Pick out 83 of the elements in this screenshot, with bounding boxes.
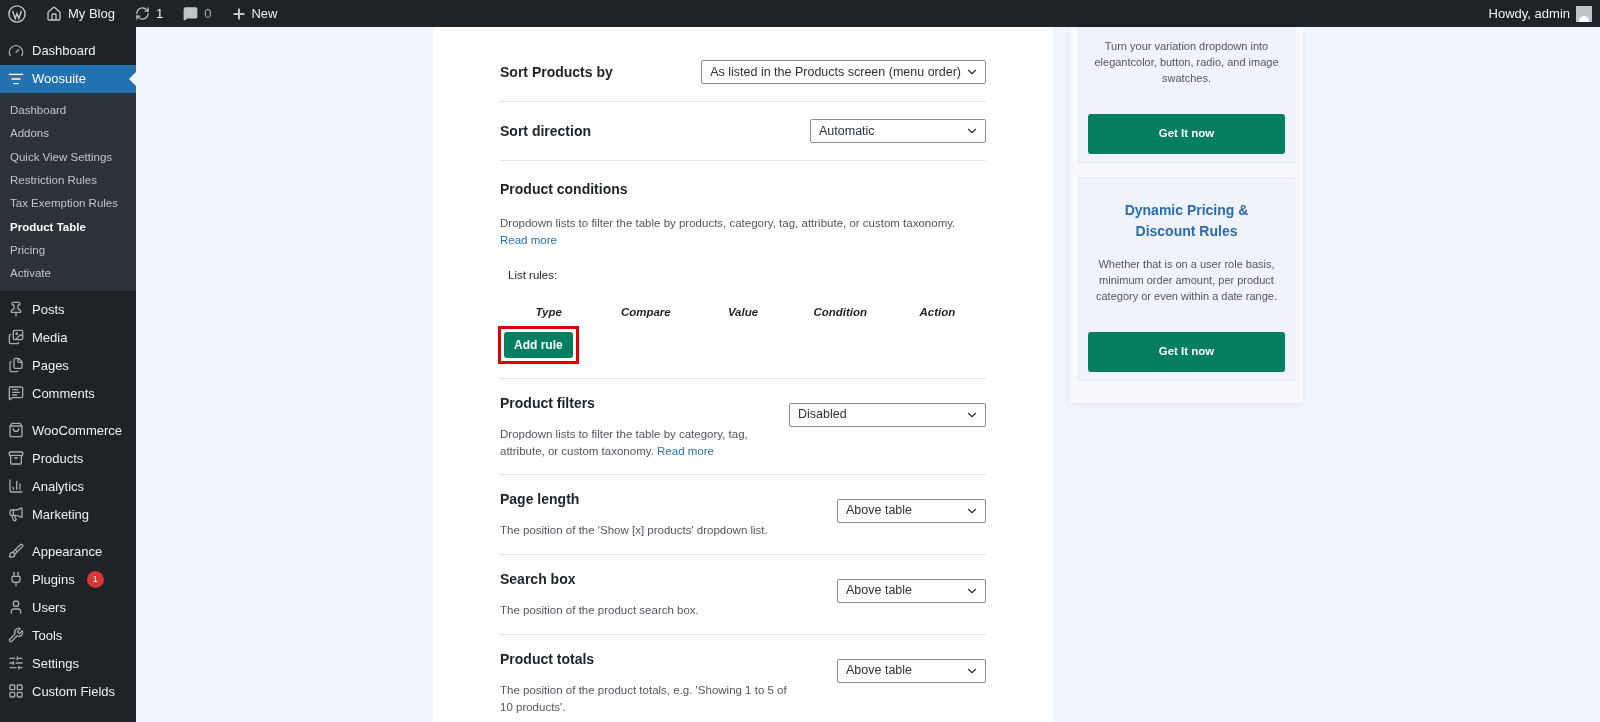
menu-item[interactable]: Marketing — [0, 500, 136, 529]
wordpress-logo-icon[interactable] — [8, 4, 26, 23]
submenu-item[interactable]: Dashboard — [0, 99, 136, 123]
home-icon — [46, 5, 62, 22]
dropdown-select[interactable]: As listed in the Products screen (menu order) — [701, 60, 986, 84]
menu-item[interactable]: Appearance — [0, 537, 136, 566]
update-count-badge: 1 — [86, 570, 104, 588]
column-header: Condition — [812, 305, 869, 321]
dropdown-select[interactable]: Above table — [837, 578, 986, 603]
site-link[interactable]: My Blog — [46, 3, 115, 24]
comment-icon — [183, 6, 199, 21]
menu-item[interactable]: WooCommerce — [0, 416, 136, 445]
dropdown-select[interactable]: Above table — [837, 658, 986, 683]
menu-item[interactable]: Plugins 1 — [0, 565, 136, 594]
get-it-now-button[interactable]: Get It now — [1088, 332, 1285, 372]
menu-icon — [8, 71, 24, 87]
menu-item[interactable]: Comments — [0, 379, 136, 408]
setting-description: The position of the product search box. — [500, 602, 699, 618]
add-rule-button[interactable]: Add rule — [504, 331, 573, 358]
menu-icon — [8, 571, 24, 588]
dropdown-select[interactable]: Automatic — [810, 119, 986, 143]
setting-label: Product conditions — [500, 181, 628, 197]
column-header: Value — [726, 305, 760, 321]
updates-link[interactable]: 1 — [134, 3, 164, 24]
menu-icon — [8, 422, 24, 439]
menu-item[interactable]: Settings — [0, 649, 136, 678]
submenu-item[interactable]: Activate — [0, 262, 136, 286]
submenu-item[interactable]: Tax Exemption Rules — [0, 192, 136, 216]
menu-item[interactable]: Products — [0, 444, 136, 473]
setting-label: Product totals — [500, 649, 596, 669]
menu-icon — [8, 357, 24, 374]
menu-icon — [8, 385, 24, 402]
greeting-text[interactable]: Howdy, admin — [1488, 3, 1570, 24]
menu-icon — [8, 329, 24, 346]
setting-description: Dropdown lists to filter the table by category, tag, attribute, or custom taxonomy. Read more — [500, 426, 749, 459]
setting-description: Dropdown lists to filter the table by products, category, tag, attribute, or custom taxonomy. Read more — [500, 216, 957, 248]
dropdown-select[interactable]: Above table — [837, 498, 986, 523]
setting-label: Product filters — [500, 393, 596, 413]
column-header: Action — [918, 305, 957, 321]
read-more-link[interactable]: Read more — [500, 234, 557, 246]
menu-item[interactable]: Posts — [0, 295, 136, 324]
menu-item[interactable]: Users — [0, 593, 136, 622]
dropdown-select[interactable]: Disabled — [789, 402, 986, 427]
read-more-link[interactable]: Read more — [657, 444, 714, 457]
list-rules-label: List rules: — [508, 268, 558, 283]
setting-description: The position of the 'Show [x] products' dropdown list. — [500, 522, 768, 538]
menu-item[interactable]: Media — [0, 323, 136, 352]
menu-item[interactable]: Analytics — [0, 472, 136, 501]
menu-icon — [8, 599, 24, 616]
menu-icon — [8, 655, 24, 672]
submenu-item[interactable]: Product Table — [0, 215, 136, 239]
submenu-item[interactable]: Restriction Rules — [0, 168, 136, 193]
menu-icon — [8, 627, 24, 644]
setting-label: Sort direction — [500, 121, 591, 141]
promo-text: Turn your variation dropdown into elegantcolor, button, radio, and image swatches. — [1093, 39, 1280, 86]
get-it-now-button[interactable]: Get It now — [1088, 114, 1285, 154]
refresh-icon — [134, 6, 150, 21]
menu-icon — [8, 301, 24, 318]
column-header: Compare — [619, 305, 672, 321]
menu-icon — [8, 506, 24, 523]
menu-icon — [8, 43, 24, 59]
submenu-item[interactable]: Addons — [0, 122, 136, 146]
setting-label: Sort Products by — [500, 62, 613, 82]
setting-label: Search box — [500, 569, 577, 589]
menu-item[interactable]: Pages — [0, 351, 136, 380]
column-header: Type — [534, 305, 563, 321]
menu-icon — [8, 450, 24, 467]
avatar-icon[interactable] — [1576, 5, 1592, 22]
menu-item[interactable]: Dashboard — [0, 37, 136, 65]
setting-description: The position of the product totals, e.g. 'Showing 1 to 5 of 10 products'. — [500, 682, 788, 715]
menu-icon — [8, 683, 24, 700]
menu-icon — [8, 543, 24, 560]
submenu-item[interactable]: Quick View Settings — [0, 145, 136, 169]
submenu-item[interactable]: Pricing — [0, 238, 136, 263]
menu-item[interactable]: Custom Fields — [0, 677, 136, 706]
promo-title: Dynamic Pricing & Discount Rules — [1123, 201, 1250, 241]
setting-label: Page length — [500, 489, 581, 509]
new-link[interactable]: New — [231, 3, 278, 24]
promo-text: Whether that is on a user role basis, minimum order amount, per product category or even within a date range. — [1095, 257, 1278, 304]
comments-link[interactable]: 0 — [183, 3, 212, 24]
menu-icon — [8, 478, 24, 495]
menu-item[interactable]: Tools — [0, 621, 136, 650]
menu-item[interactable]: Woosuite — [0, 65, 136, 93]
